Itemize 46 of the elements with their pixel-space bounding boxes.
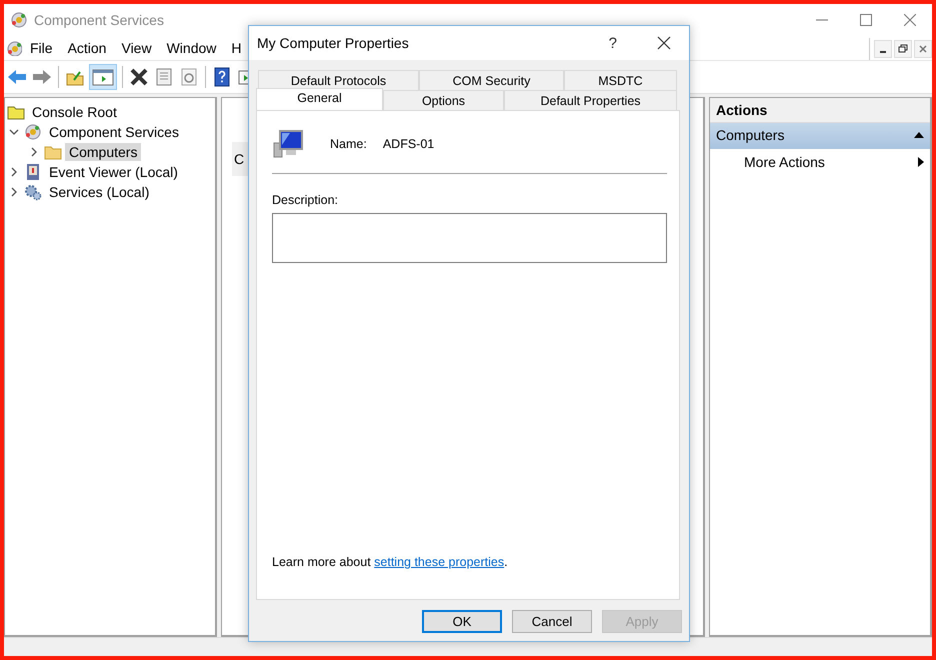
tree-item[interactable]: Services (Local)	[45, 183, 154, 201]
field-label: Description:	[272, 193, 339, 207]
computer-icon	[272, 129, 304, 159]
tab[interactable]: General	[256, 88, 383, 110]
menu-item[interactable]: View	[121, 40, 152, 56]
tree-item[interactable]: Computers	[65, 143, 142, 161]
description-field[interactable]	[272, 213, 667, 263]
menu-item[interactable]: File	[30, 40, 53, 56]
submenu-triangle-icon	[918, 157, 924, 167]
menu-item[interactable]: Action	[68, 40, 106, 56]
help-button[interactable]: ?	[608, 34, 617, 52]
window-title: Component Services	[34, 12, 165, 28]
tab[interactable]: COM Security	[419, 70, 564, 90]
section-title: Computers	[716, 127, 784, 143]
menu-item[interactable]: Window	[166, 40, 216, 56]
tree-toggle-icon[interactable]	[89, 64, 117, 90]
maximize-icon[interactable]	[860, 14, 872, 26]
app-icon	[10, 11, 28, 29]
help-link[interactable]: setting these properties	[374, 555, 504, 569]
actions-header: Actions	[710, 98, 930, 123]
action-link[interactable]: More Actions	[744, 154, 825, 170]
tab[interactable]: MSDTC	[564, 70, 677, 90]
tab[interactable]: Options	[383, 90, 504, 110]
dialog-title: My Computer Properties	[257, 35, 410, 51]
collapse-triangle-icon[interactable]	[914, 131, 924, 139]
actions-section[interactable]: Computers	[710, 123, 930, 149]
computer-name: ADFS-01	[382, 137, 434, 151]
restore-icon[interactable]	[894, 40, 912, 58]
tab[interactable]: Default Protocols	[258, 70, 419, 90]
gears-icon	[24, 183, 42, 201]
tree-item[interactable]: Event Viewer (Local)	[45, 163, 182, 181]
gear-icon	[24, 123, 42, 141]
tree-item[interactable]: Console Root	[28, 103, 121, 121]
tree-item[interactable]: Component Services	[45, 123, 183, 141]
help-sentence: Learn more about setting these properties.	[272, 555, 509, 569]
minimize-icon[interactable]	[874, 40, 892, 58]
dialog-button[interactable]: OK	[422, 610, 502, 633]
dialog-button[interactable]: Cancel	[512, 610, 592, 633]
app-icon	[6, 40, 22, 56]
menu-item[interactable]: H	[231, 40, 242, 56]
pane-text: C	[232, 142, 248, 176]
field-label: Name:	[330, 137, 367, 151]
tab[interactable]: Default Properties	[504, 90, 677, 110]
close-icon[interactable]	[657, 36, 671, 50]
log-book-icon	[24, 163, 42, 181]
delete-icon[interactable]	[128, 66, 150, 88]
